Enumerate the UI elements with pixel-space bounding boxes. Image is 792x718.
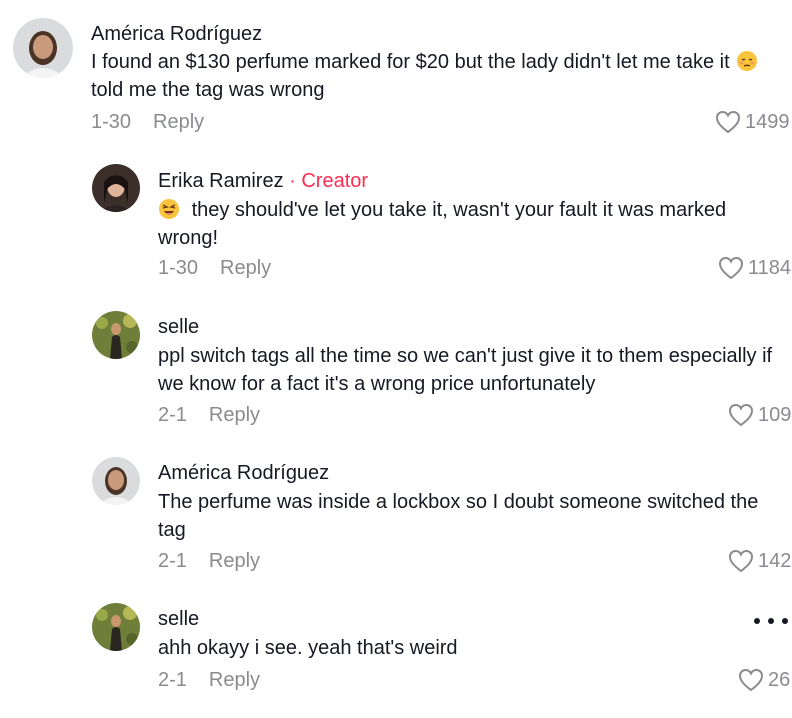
like-count: 109 xyxy=(758,404,792,426)
like-count: 1499 xyxy=(745,111,790,133)
like-count: 142 xyxy=(758,550,792,572)
comment-author[interactable]: América Rodríguez xyxy=(158,460,329,486)
avatar[interactable] xyxy=(92,164,140,212)
comment-text: ahh okayy i see. yeah that's weird xyxy=(158,637,458,659)
like-button[interactable]: 142 xyxy=(728,548,791,574)
comment-text: they should've let you take it, wasn't y… xyxy=(158,198,732,249)
reply-button[interactable]: Reply xyxy=(209,550,260,572)
comment-meta: 2-1 Reply xyxy=(158,667,260,693)
comment-text: ppl switch tags all the time so we can't… xyxy=(158,345,778,395)
comment-date: 1-30 xyxy=(91,111,132,133)
heart-icon xyxy=(738,668,764,692)
like-button[interactable]: 1184 xyxy=(718,255,791,281)
reply-button[interactable]: Reply xyxy=(209,669,260,691)
comment-meta: 2-1 Reply xyxy=(158,548,260,574)
comment-author[interactable]: selle xyxy=(158,606,199,632)
comment-author[interactable]: selle xyxy=(158,314,199,340)
like-button[interactable]: 1499 xyxy=(715,109,790,135)
like-count: 1184 xyxy=(748,257,792,279)
comment-author[interactable]: América Rodríguez xyxy=(91,21,262,47)
comment-text: The perfume was inside a lockbox so I do… xyxy=(158,491,764,541)
avatar[interactable] xyxy=(92,457,140,505)
heart-icon xyxy=(728,549,754,573)
heart-icon xyxy=(715,110,741,134)
comment-date: 1-30 xyxy=(158,257,199,279)
comment-meta: 2-1 Reply xyxy=(158,402,260,428)
reply-button[interactable]: Reply xyxy=(153,111,204,133)
pensive-face-emoji xyxy=(736,50,758,72)
like-button[interactable]: 26 xyxy=(738,667,790,693)
comment-date: 2-1 xyxy=(158,404,187,426)
comment-meta: 1-30 Reply xyxy=(91,109,204,135)
like-count: 26 xyxy=(768,669,791,691)
like-button[interactable]: 109 xyxy=(728,402,791,428)
comment-date: 2-1 xyxy=(158,669,187,691)
avatar[interactable] xyxy=(13,18,73,78)
creator-badge: · Creator xyxy=(289,170,369,192)
heart-icon xyxy=(728,403,754,427)
more-options-icon[interactable] xyxy=(754,616,788,626)
comment-meta: 1-30 Reply xyxy=(158,255,271,281)
reply-button[interactable]: Reply xyxy=(220,257,271,279)
reply-button[interactable]: Reply xyxy=(209,404,260,426)
tired-face-emoji xyxy=(158,198,180,220)
avatar[interactable] xyxy=(92,311,140,359)
avatar[interactable] xyxy=(92,603,140,651)
comment-date: 2-1 xyxy=(158,550,187,572)
comment-text: I found an $130 perfume marked for $20 b… xyxy=(91,48,791,104)
heart-icon xyxy=(718,256,744,280)
comment-author[interactable]: Erika Ramirez · Creator xyxy=(158,168,368,194)
